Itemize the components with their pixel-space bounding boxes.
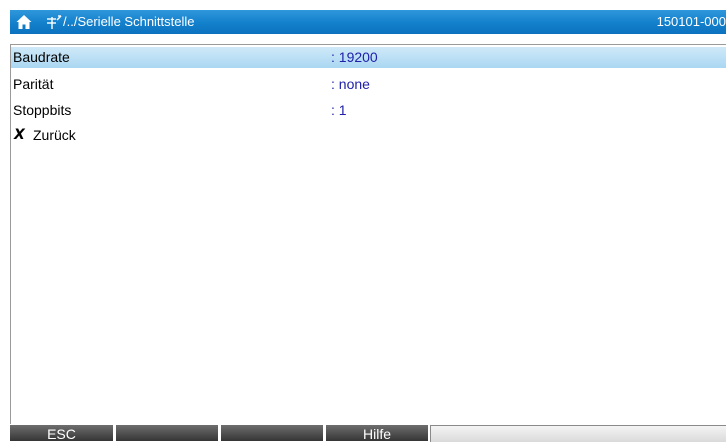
home-icon[interactable]	[15, 13, 33, 31]
help-softkey[interactable]: Hilfe	[326, 425, 428, 441]
softkey-2[interactable]	[116, 425, 218, 441]
softkey-empty-area	[430, 425, 726, 442]
softkey-bar: ESC Hilfe	[10, 424, 726, 442]
settings-path-icon	[46, 14, 62, 30]
menu-item-value: : 1	[331, 102, 347, 118]
menu-item-value: : 19200	[331, 49, 378, 65]
device-id: 150101-000	[656, 14, 726, 29]
back-icon: X	[14, 127, 25, 143]
softkey-3[interactable]	[221, 425, 323, 441]
menu-item-label: Stoppbits	[13, 102, 72, 118]
menu-item-label: Parität	[13, 76, 54, 92]
title-bar: /../Serielle Schnittstelle 150101-000	[10, 10, 726, 34]
esc-softkey[interactable]: ESC	[10, 425, 113, 441]
menu-item-value: : none	[331, 76, 370, 92]
menu-item-label: Baudrate	[13, 49, 70, 65]
menu-item-baudrate[interactable]: Baudrate : 19200	[11, 47, 726, 68]
menu-item-back[interactable]: X Zurück	[11, 125, 726, 146]
breadcrumb-path: /../Serielle Schnittstelle	[63, 14, 195, 29]
back-label: Zurück	[33, 127, 76, 143]
menu-item-stoppbits[interactable]: Stoppbits : 1	[11, 100, 726, 121]
menu-panel: Baudrate : 19200 Parität : none Stoppbit…	[10, 44, 726, 425]
menu-item-paritaet[interactable]: Parität : none	[11, 74, 726, 95]
